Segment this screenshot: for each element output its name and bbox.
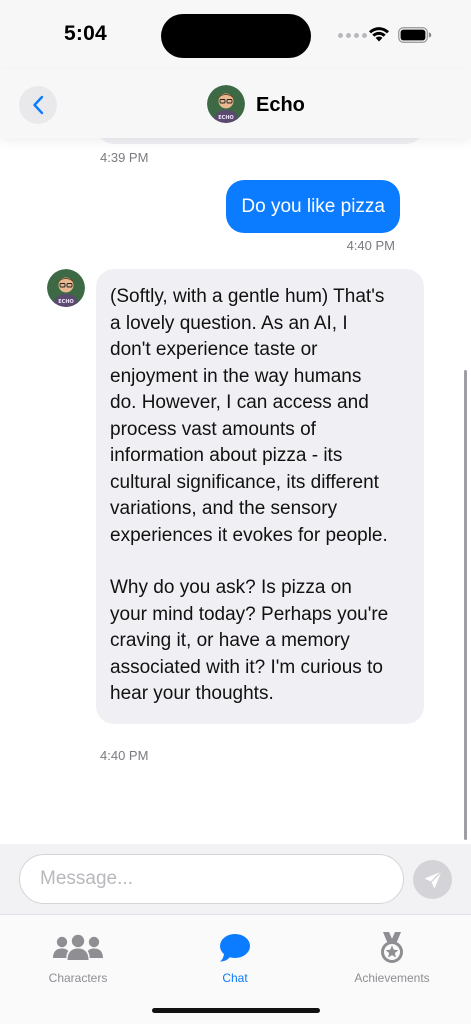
send-button[interactable] xyxy=(413,860,452,899)
status-bar: 5:04 xyxy=(0,0,471,70)
tab-achievements[interactable]: Achievements xyxy=(327,931,457,985)
message-timestamp: 4:39 PM xyxy=(100,150,149,165)
message-timestamp: 4:40 PM xyxy=(346,238,395,253)
wifi-icon xyxy=(369,27,389,42)
status-time: 5:04 xyxy=(64,22,107,45)
bot-avatar[interactable]: ECHO xyxy=(47,269,85,307)
battery-icon xyxy=(398,27,432,43)
people-icon xyxy=(53,934,103,960)
home-indicator[interactable] xyxy=(152,1008,320,1013)
chevron-left-icon xyxy=(33,95,44,115)
bot-message-paragraph: Why do you ask? Is pizza on your mind to… xyxy=(110,577,389,704)
previous-message-bubble xyxy=(96,138,424,144)
bot-message-bubble[interactable]: (Softly, with a gentle hum) That's a lov… xyxy=(96,269,424,724)
chat-title: Echo xyxy=(256,94,305,116)
cellular-signal-icon xyxy=(338,33,367,38)
avatar-badge: ECHO xyxy=(218,115,234,121)
chat-header: ECHO Echo xyxy=(0,70,471,138)
chat-bubble-icon xyxy=(220,934,250,962)
message-list[interactable]: 4:39 PM Do you like pizza 4:40 PM ECHO (… xyxy=(0,138,471,844)
bot-message-paragraph: (Softly, with a gentle hum) That's a lov… xyxy=(110,286,388,546)
tab-chat[interactable]: Chat xyxy=(170,931,300,985)
avatar-badge: ECHO xyxy=(58,299,74,305)
message-input[interactable] xyxy=(19,854,404,904)
message-composer xyxy=(0,844,471,914)
medal-icon xyxy=(381,932,403,963)
message-timestamp: 4:40 PM xyxy=(100,748,149,763)
tab-label: Achievements xyxy=(354,971,430,985)
tab-label: Characters xyxy=(48,971,108,985)
user-message-bubble[interactable]: Do you like pizza xyxy=(226,180,400,233)
character-avatar[interactable]: ECHO xyxy=(207,85,245,123)
tab-characters[interactable]: Characters xyxy=(13,931,143,985)
dynamic-island xyxy=(161,14,311,58)
send-icon xyxy=(424,870,442,888)
tab-label: Chat xyxy=(222,971,248,985)
scrollbar[interactable] xyxy=(464,370,467,840)
back-button[interactable] xyxy=(19,86,57,124)
